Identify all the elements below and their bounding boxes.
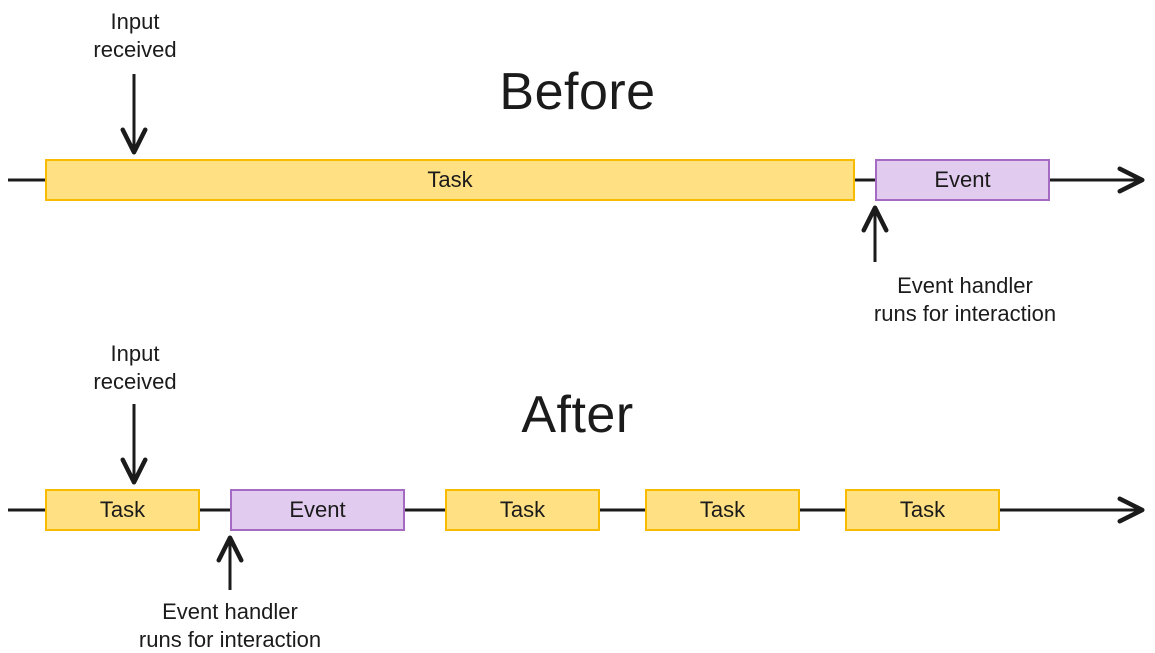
after-task-block-3: Task: [645, 489, 800, 531]
after-event-block: Event: [230, 489, 405, 531]
annotation-event-handler-before: Event handler runs for interaction: [780, 272, 1150, 327]
after-task-block-1: Task: [45, 489, 200, 531]
annotation-event-handler-after: Event handler runs for interaction: [95, 598, 365, 653]
annotation-input-received-after: Input received: [70, 340, 200, 395]
after-task-block-2: Task: [445, 489, 600, 531]
before-task-block: Task: [45, 159, 855, 201]
title-before: Before: [0, 62, 1155, 122]
before-event-block: Event: [875, 159, 1050, 201]
diagram-stage: Before After Input received Event handle…: [0, 0, 1155, 647]
after-task-block-4: Task: [845, 489, 1000, 531]
annotation-input-received-before: Input received: [70, 8, 200, 63]
